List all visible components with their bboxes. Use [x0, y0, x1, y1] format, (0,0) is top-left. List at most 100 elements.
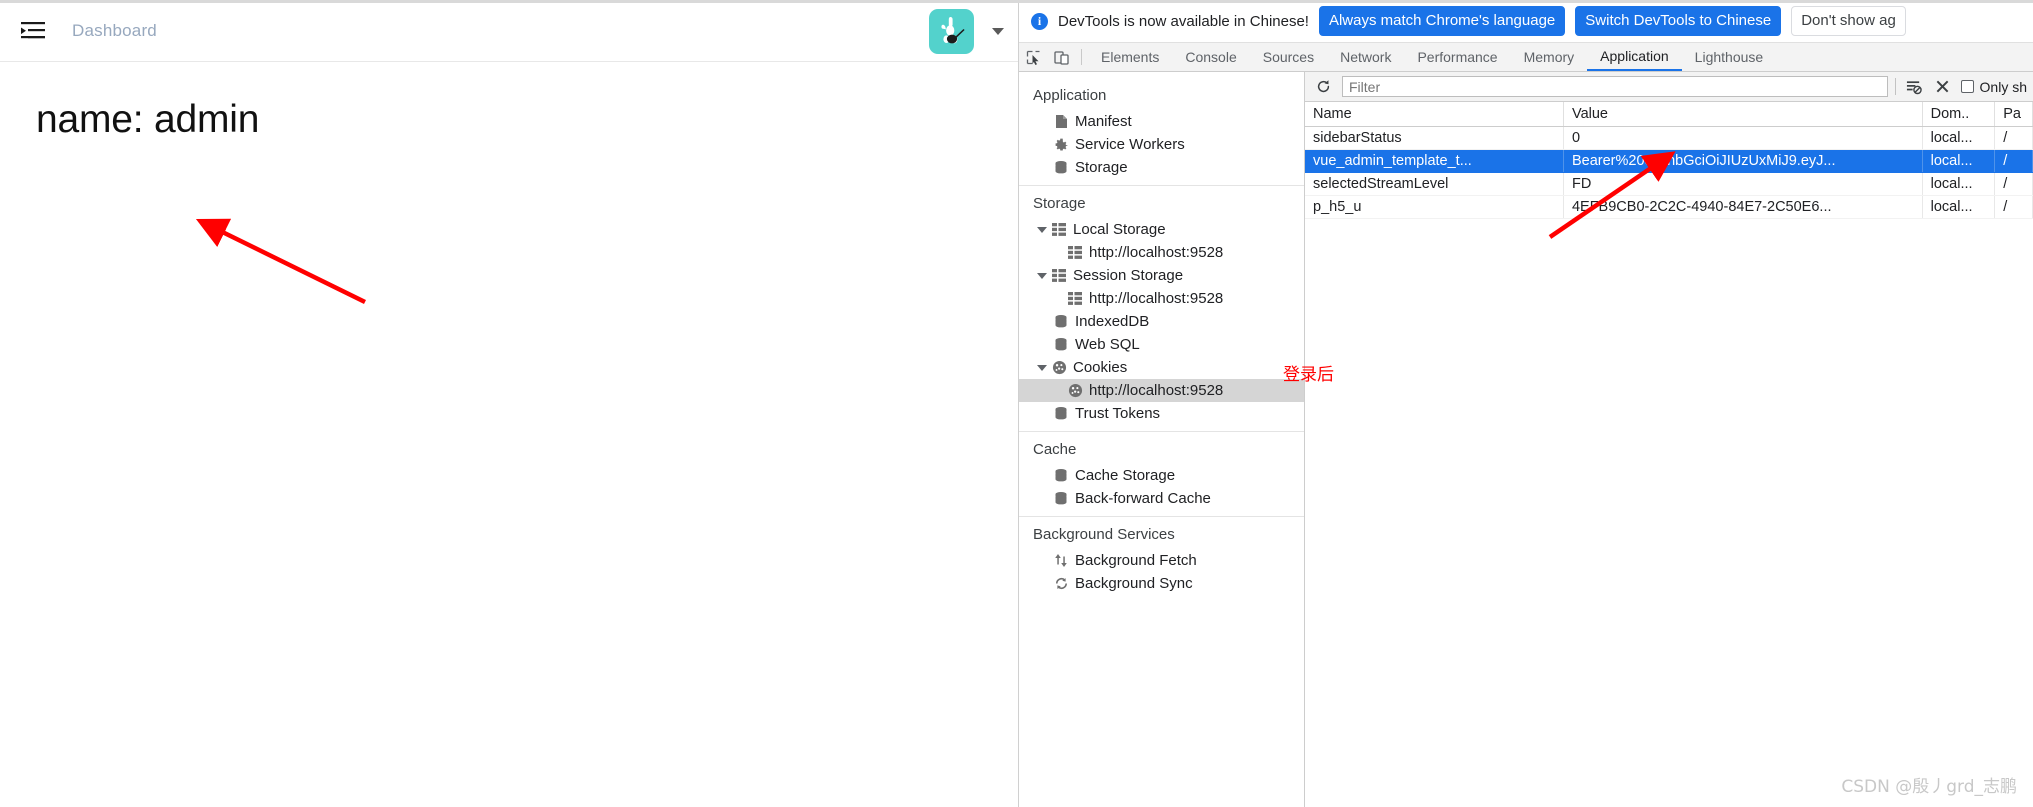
column-header-domain[interactable]: Dom.. [1922, 102, 1996, 127]
red-arrow-icon [195, 218, 366, 305]
sidebar-item-cookies-origin[interactable]: http://localhost:9528 [1019, 379, 1304, 402]
sidebar-item-service-workers[interactable]: Service Workers [1019, 133, 1304, 156]
devtools-panel: i DevTools is now available in Chinese! … [1019, 0, 2033, 807]
tab-memory[interactable]: Memory [1511, 43, 1588, 71]
filter-off-icon[interactable] [1903, 76, 1925, 98]
refresh-icon[interactable] [1311, 76, 1335, 98]
tab-performance[interactable]: Performance [1404, 43, 1510, 71]
tab-network[interactable]: Network [1327, 43, 1404, 71]
devtools-tabbar: Elements Console Sources Network Perform… [1019, 43, 2033, 72]
sidebar-item-indexeddb[interactable]: IndexedDB [1019, 310, 1304, 333]
table-icon [1065, 292, 1085, 305]
cell-name: sidebarStatus [1305, 126, 1564, 150]
document-icon [1051, 114, 1071, 129]
sidebar-item-label: Web SQL [1075, 336, 1140, 353]
sidebar-item-label: Background Fetch [1075, 552, 1197, 569]
twisty-expanded-icon[interactable] [1035, 364, 1049, 371]
sidebar-item-storage[interactable]: Storage [1019, 156, 1304, 179]
table-icon [1049, 269, 1069, 282]
filler-cell [1994, 218, 2033, 219]
cell-path: / [1994, 172, 2033, 196]
inspect-element-icon[interactable] [1019, 43, 1047, 71]
sidebar-item-label: Manifest [1075, 113, 1132, 130]
sidebar-item-manifest[interactable]: Manifest [1019, 110, 1304, 133]
cell-value: Bearer%20eyJhbGciOiJIUzUxMiJ9.eyJ... [1563, 149, 1923, 173]
sidebar-item-trust-tokens[interactable]: Trust Tokens [1019, 402, 1304, 425]
sidebar-item-web-sql[interactable]: Web SQL [1019, 333, 1304, 356]
page-navbar: Dashboard [0, 0, 1018, 62]
dont-show-again-button[interactable]: Don't show ag [1791, 6, 1906, 36]
column-header-value[interactable]: Value [1563, 102, 1923, 127]
avatar[interactable] [929, 8, 974, 54]
table-row[interactable]: vue_admin_template_t... Bearer%20eyJhbGc… [1305, 149, 2033, 173]
database-icon [1051, 406, 1071, 421]
filter-input[interactable] [1342, 76, 1888, 97]
web-page-pane: Dashboard name: admin [0, 0, 1019, 807]
sidebar-item-session-storage-origin[interactable]: http://localhost:9528 [1019, 287, 1304, 310]
breadcrumb[interactable]: Dashboard [72, 21, 157, 41]
section-title-cache: Cache [1033, 441, 1077, 458]
twisty-expanded-icon[interactable] [1035, 272, 1049, 279]
sidebar-item-session-storage[interactable]: Session Storage [1019, 264, 1304, 287]
application-sidebar-tree: Application Manifest Service Workers Sto… [1019, 72, 1305, 807]
cat-avatar-icon [940, 17, 965, 44]
switch-devtools-to-chinese-button[interactable]: Switch DevTools to Chinese [1575, 6, 1782, 36]
cell-name: selectedStreamLevel [1305, 172, 1564, 196]
tab-sources[interactable]: Sources [1250, 43, 1327, 71]
avatar-dropdown[interactable] [929, 8, 1004, 54]
sidebar-item-label: Session Storage [1073, 267, 1184, 284]
table-icon [1065, 246, 1085, 259]
close-x-icon[interactable] [1932, 76, 1954, 98]
sidebar-item-cache-storage[interactable]: Cache Storage [1019, 464, 1304, 487]
sidebar-item-label: Service Workers [1075, 136, 1185, 153]
tab-console[interactable]: Console [1172, 43, 1249, 71]
sidebar-item-cookies[interactable]: Cookies [1019, 356, 1304, 379]
sidebar-item-label: Background Sync [1075, 575, 1193, 592]
column-header-name[interactable]: Name [1305, 102, 1564, 127]
column-header-path[interactable]: Pa [1994, 102, 2033, 127]
cookies-table-container[interactable]: Name Value Dom.. Pa sidebarStatus 0 loca… [1305, 102, 2033, 807]
sidebar-item-label: Cache Storage [1075, 467, 1176, 484]
database-icon [1051, 491, 1071, 506]
section-title-application: Application [1033, 87, 1107, 104]
cell-path: / [1994, 149, 2033, 173]
table-row[interactable]: sidebarStatus 0 local... / [1305, 126, 2033, 150]
chevron-down-icon[interactable] [992, 27, 1004, 35]
hamburger-menu-icon[interactable] [16, 14, 50, 48]
page-content: name: admin [0, 62, 1018, 807]
tab-application[interactable]: Application [1587, 43, 1682, 71]
gear-icon [1051, 137, 1071, 152]
tab-lighthouse[interactable]: Lighthouse [1682, 43, 1777, 71]
sidebar-item-local-storage-origin[interactable]: http://localhost:9528 [1019, 241, 1304, 264]
cell-name: p_h5_u [1305, 195, 1564, 219]
cookies-panel: Only sh Name Value Dom.. P [1305, 72, 2033, 807]
always-match-language-button[interactable]: Always match Chrome's language [1318, 6, 1566, 36]
cell-name: vue_admin_template_t... [1305, 149, 1564, 173]
navbar-right-cluster [929, 0, 1004, 62]
sidebar-item-label: Cookies [1073, 359, 1128, 376]
database-icon [1051, 468, 1071, 483]
device-toolbar-icon[interactable] [1047, 43, 1075, 71]
cell-domain: local... [1922, 195, 1996, 219]
sidebar-item-local-storage[interactable]: Local Storage [1019, 218, 1304, 241]
sidebar-item-back-forward-cache[interactable]: Back-forward Cache [1019, 487, 1304, 510]
database-icon [1051, 337, 1071, 352]
banner-message: DevTools is now available in Chinese! [1058, 12, 1309, 30]
filler-cell [1305, 218, 1564, 219]
table-row[interactable]: selectedStreamLevel FD local... / [1305, 172, 2033, 196]
sidebar-item-label: http://localhost:9528 [1089, 244, 1224, 261]
devtools-language-banner: i DevTools is now available in Chinese! … [1019, 0, 2033, 43]
twisty-expanded-icon[interactable] [1035, 226, 1049, 233]
sidebar-item-background-fetch[interactable]: Background Fetch [1019, 549, 1304, 572]
table-row[interactable]: p_h5_u 4EFB9CB0-2C2C-4940-84E7-2C50E6...… [1305, 195, 2033, 219]
cell-domain: local... [1922, 172, 1996, 196]
only-show-checkbox-group[interactable]: Only sh [1960, 79, 2027, 95]
only-show-checkbox[interactable] [1960, 80, 1974, 93]
sidebar-item-label: http://localhost:9528 [1089, 382, 1224, 399]
sidebar-item-label: Trust Tokens [1075, 405, 1161, 422]
page-title: name: admin [36, 98, 260, 141]
tab-elements[interactable]: Elements [1088, 43, 1172, 71]
sidebar-item-background-sync[interactable]: Background Sync [1019, 572, 1304, 595]
section-title-background-services: Background Services [1033, 526, 1175, 543]
database-icon [1051, 314, 1071, 329]
